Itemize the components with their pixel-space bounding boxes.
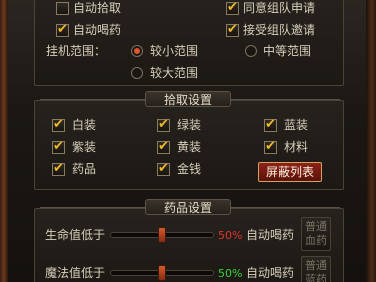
mp-auto-drink-label: 自动喝药 <box>246 266 295 280</box>
agree-team-request-checkbox[interactable] <box>226 0 239 15</box>
range-label: 挂机范围： <box>46 44 107 58</box>
hp-slider-thumb[interactable] <box>158 227 166 243</box>
pickup-gold-label: 金钱 <box>177 162 202 176</box>
pickup-purple-label: 紫装 <box>72 140 97 154</box>
normal-hp-potion-line2: 血药 <box>305 234 327 247</box>
range-large-label: 较大范围 <box>150 66 199 80</box>
pickup-white-checkbox[interactable] <box>52 117 65 132</box>
pickup-material-label: 材料 <box>284 140 309 154</box>
pickup-potion-label: 药品 <box>72 162 97 176</box>
auto-pickup-checkbox[interactable] <box>56 2 69 15</box>
accept-team-invite-label: 接受组队邀请 <box>243 23 316 37</box>
pickup-white-label: 白装 <box>72 118 97 132</box>
hp-auto-drink-label: 自动喝药 <box>246 228 295 242</box>
auto-drink-label: 自动喝药 <box>73 23 122 37</box>
range-medium-radio[interactable] <box>245 45 257 57</box>
pickup-blue-checkbox[interactable] <box>264 117 277 132</box>
mp-slider-thumb[interactable] <box>158 265 166 281</box>
accept-team-invite-checkbox[interactable] <box>226 22 239 37</box>
window-left-border <box>0 0 8 282</box>
normal-hp-potion-button[interactable]: 普通 血药 <box>301 217 331 251</box>
pickup-yellow-checkbox[interactable] <box>157 139 170 154</box>
mp-percent-value: 50% <box>218 267 243 280</box>
window-right-border <box>366 0 376 282</box>
normal-mp-potion-line2: 蓝药 <box>305 273 327 282</box>
range-medium-label: 中等范围 <box>263 44 312 58</box>
mp-threshold-slider[interactable] <box>110 265 214 281</box>
mp-threshold-label: 魔法值低于 <box>45 266 106 280</box>
normal-hp-potion-line1: 普通 <box>305 220 327 233</box>
hp-threshold-slider[interactable] <box>110 227 214 243</box>
agree-team-request-label: 同意组队申请 <box>243 1 316 15</box>
pickup-green-checkbox[interactable] <box>157 117 170 132</box>
block-list-button[interactable]: 屏蔽列表 <box>258 162 322 182</box>
normal-mp-potion-line1: 普通 <box>305 259 327 272</box>
pickup-blue-label: 蓝装 <box>284 118 309 132</box>
pickup-purple-checkbox[interactable] <box>52 139 65 154</box>
drug-section-title: 药品设置 <box>145 199 231 215</box>
range-large-radio[interactable] <box>131 67 143 79</box>
pickup-section-title: 拾取设置 <box>145 91 231 107</box>
pickup-material-checkbox[interactable] <box>264 139 277 154</box>
pickup-potion-checkbox[interactable] <box>52 161 65 176</box>
hp-percent-value: 50% <box>218 229 243 242</box>
pickup-gold-checkbox[interactable] <box>157 161 170 176</box>
auto-drink-checkbox[interactable] <box>56 22 69 37</box>
auto-pickup-label: 自动拾取 <box>73 1 122 15</box>
pickup-green-label: 绿装 <box>177 118 202 132</box>
normal-mp-potion-button[interactable]: 普通 蓝药 <box>301 256 331 282</box>
range-small-radio[interactable] <box>131 45 143 57</box>
range-small-label: 较小范围 <box>150 44 199 58</box>
hp-threshold-label: 生命值低于 <box>45 228 106 242</box>
pickup-yellow-label: 黄装 <box>177 140 202 154</box>
